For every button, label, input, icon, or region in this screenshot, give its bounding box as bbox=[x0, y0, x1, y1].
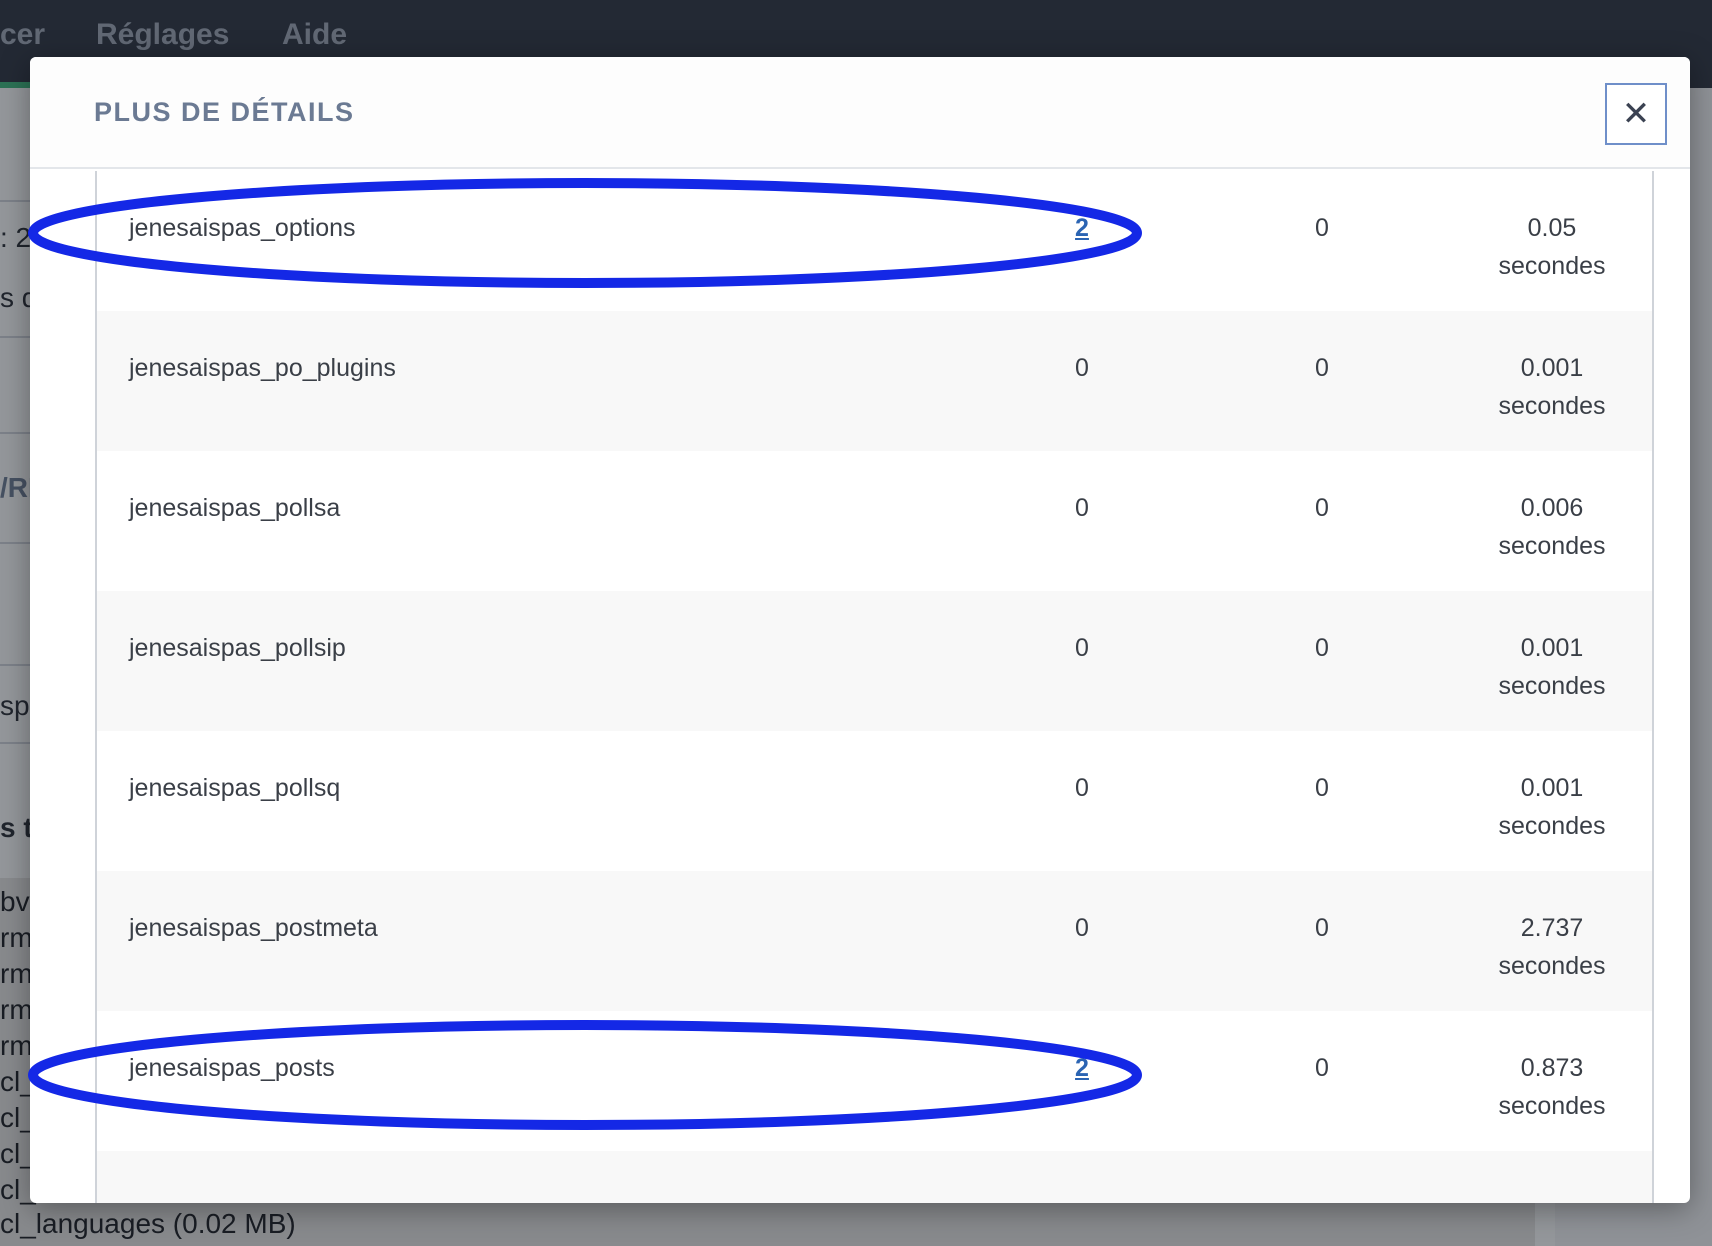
time-value: 0.873 bbox=[1520, 1054, 1584, 1082]
count-cell: 0 bbox=[1075, 354, 1089, 382]
time-unit: secondes bbox=[1498, 812, 1606, 840]
table-row: jenesaispas_postmeta 0 0 2.737 secondes bbox=[97, 871, 1652, 1011]
time-unit: secondes bbox=[1498, 252, 1606, 280]
time-cell: 0.001 secondes bbox=[1477, 769, 1627, 845]
count-cell: 0 bbox=[1075, 494, 1089, 522]
count-cell: 0 bbox=[1075, 634, 1089, 662]
count-cell: 0 bbox=[1075, 774, 1089, 802]
table-row: jenesaispas_pollsq 0 0 0.001 secondes bbox=[97, 731, 1652, 871]
time-cell: 0.05 secondes bbox=[1477, 209, 1627, 285]
count-cell: 0 bbox=[1075, 914, 1089, 942]
time-cell: 0.006 secondes bbox=[1477, 489, 1627, 565]
time-value: 0.001 bbox=[1520, 774, 1584, 802]
count-cell: 0 bbox=[1315, 354, 1329, 382]
count-cell: 0 bbox=[1315, 494, 1329, 522]
modal-title: PLUS DE DÉTAILS bbox=[94, 97, 355, 127]
count-cell: 0 bbox=[1315, 774, 1329, 802]
time-unit: secondes bbox=[1498, 1092, 1606, 1120]
time-cell: 0.001 secondes bbox=[1477, 349, 1627, 425]
table-name-cell: jenesaispas_options bbox=[129, 214, 356, 242]
table-name-cell: jenesaispas_pollsq bbox=[129, 774, 341, 802]
count-cell: 0 bbox=[1315, 634, 1329, 662]
details-modal: PLUS DE DÉTAILS ✕ jenesaispas_options 2 … bbox=[30, 57, 1690, 1203]
time-cell: 0.001 secondes bbox=[1477, 629, 1627, 705]
time-unit: secondes bbox=[1498, 392, 1606, 420]
time-unit: secondes bbox=[1498, 672, 1606, 700]
table-row: jenesaispas_posts 2 0 0.873 secondes bbox=[97, 1011, 1652, 1151]
table-name-cell: jenesaispas_pollsip bbox=[129, 634, 346, 662]
time-value: 0.006 bbox=[1520, 494, 1584, 522]
table-row: jenesaispas_pollsa 0 0 0.006 secondes bbox=[97, 451, 1652, 591]
table-name-cell: jenesaispas_postmeta bbox=[129, 914, 378, 942]
close-button[interactable]: ✕ bbox=[1605, 83, 1667, 145]
details-table[interactable]: jenesaispas_options 2 0 0.05 secondes je… bbox=[95, 171, 1654, 1203]
time-cell: 0.873 secondes bbox=[1477, 1049, 1627, 1125]
time-unit: secondes bbox=[1498, 952, 1606, 980]
table-row: jenesaispas_pollsip 0 0 0.001 secondes bbox=[97, 591, 1652, 731]
time-value: 0.001 bbox=[1520, 634, 1584, 662]
table-name-cell: jenesaispas_po_plugins bbox=[129, 354, 396, 382]
modal-header: PLUS DE DÉTAILS ✕ bbox=[30, 57, 1690, 169]
count-cell: 0 bbox=[1315, 914, 1329, 942]
time-cell: 2.737 secondes bbox=[1477, 909, 1627, 985]
table-row: jenesaispas_options 2 0 0.05 secondes bbox=[97, 171, 1652, 311]
table-row-partial bbox=[97, 1151, 1652, 1203]
time-value: 0.001 bbox=[1520, 354, 1584, 382]
time-value: 2.737 bbox=[1520, 914, 1584, 942]
count-link[interactable]: 2 bbox=[1057, 1049, 1107, 1087]
close-icon: ✕ bbox=[1621, 95, 1651, 133]
table-name-cell: jenesaispas_posts bbox=[129, 1054, 335, 1082]
count-link[interactable]: 2 bbox=[1057, 209, 1107, 247]
time-unit: secondes bbox=[1498, 532, 1606, 560]
table-row: jenesaispas_po_plugins 0 0 0.001 seconde… bbox=[97, 311, 1652, 451]
time-value: 0.05 bbox=[1527, 214, 1577, 242]
count-cell: 0 bbox=[1315, 1054, 1329, 1082]
table-name-cell: jenesaispas_pollsa bbox=[129, 494, 341, 522]
count-cell: 0 bbox=[1315, 214, 1329, 242]
